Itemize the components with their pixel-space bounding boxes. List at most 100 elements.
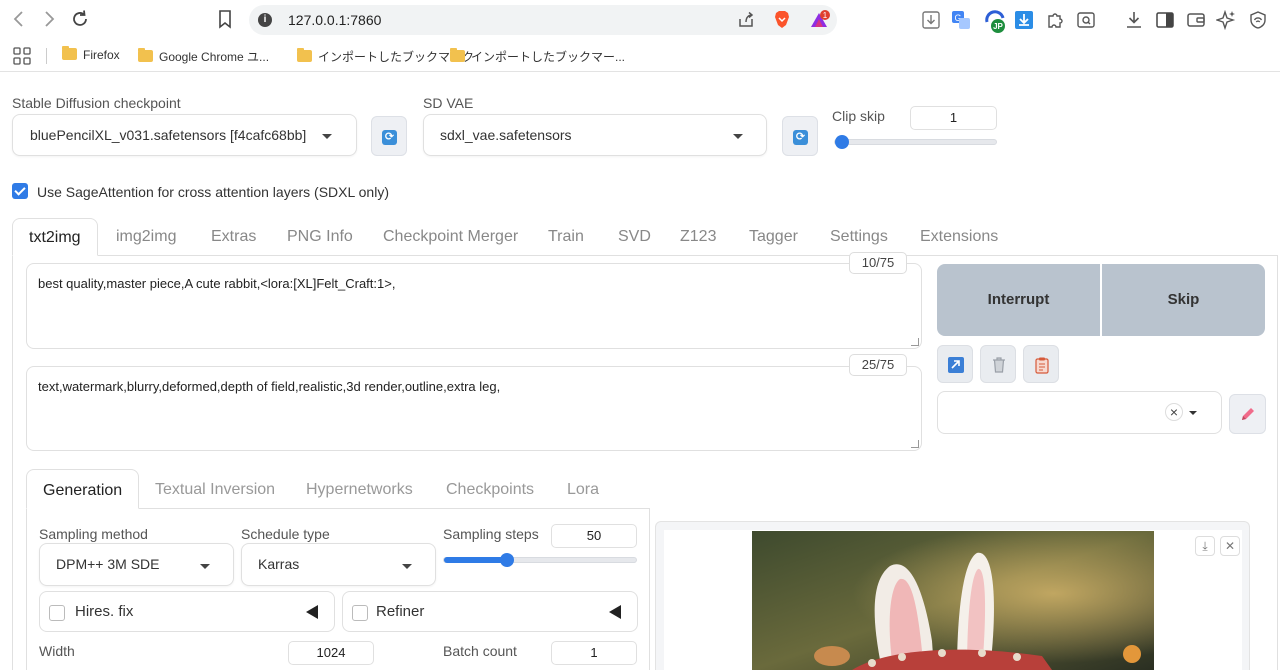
brave-rewards-icon[interactable]: 1: [809, 10, 831, 30]
refiner-checkbox[interactable]: [352, 605, 368, 621]
negative-prompt-textarea[interactable]: text,watermark,blurry,deformed,depth of …: [26, 366, 922, 451]
refiner-label: Refiner: [376, 603, 425, 620]
arrow-square-icon: [948, 357, 964, 373]
refresh-icon: ⟳: [382, 130, 397, 145]
sampling-steps-slider[interactable]: [443, 553, 637, 567]
tab-png-info[interactable]: PNG Info: [287, 218, 353, 256]
chevron-down-icon: [402, 564, 412, 569]
checkpoint-dropdown[interactable]: bluePencilXL_v031.safetensors [f4cafc68b…: [12, 114, 357, 156]
vae-dropdown[interactable]: sdxl_vae.safetensors: [423, 114, 767, 156]
edit-styles-button[interactable]: [1229, 394, 1266, 434]
subtab-generation[interactable]: Generation: [26, 469, 140, 509]
share-icon[interactable]: [737, 11, 755, 29]
forward-icon[interactable]: [38, 8, 60, 30]
back-icon[interactable]: [8, 8, 30, 30]
sage-attention-label: Use SageAttention for cross attention la…: [37, 184, 389, 200]
clip-skip-input[interactable]: 1: [910, 106, 997, 130]
schedule-type-dropdown[interactable]: Karras: [241, 543, 436, 586]
tab-search-icon[interactable]: [1076, 10, 1096, 30]
collapse-triangle-icon[interactable]: [609, 605, 621, 619]
pencil-icon: [1242, 408, 1254, 420]
rewards-badge-count: 1: [823, 11, 828, 20]
vpn-icon[interactable]: [1248, 10, 1268, 30]
bookmark-label: Google Chrome ユ...: [159, 50, 270, 64]
clear-styles-icon[interactable]: ×: [1165, 403, 1183, 421]
sage-attention-checkbox[interactable]: [12, 183, 28, 199]
subtab-hypernetworks[interactable]: Hypernetworks: [306, 469, 413, 509]
positive-prompt-textarea[interactable]: best quality,master piece,A cute rabbit,…: [26, 263, 922, 349]
tab-settings[interactable]: Settings: [830, 218, 888, 256]
batch-count-input[interactable]: 1: [551, 641, 637, 665]
width-input[interactable]: 1024: [288, 641, 374, 665]
downloads-icon[interactable]: [1124, 10, 1144, 30]
sampling-method-dropdown[interactable]: DPM++ 3M SDE: [39, 543, 234, 586]
bookmark-folder-chrome[interactable]: Google Chrome ユ...: [138, 48, 269, 66]
paste-style-button[interactable]: [1023, 345, 1059, 383]
wallet-icon[interactable]: [1186, 10, 1206, 30]
download-icon[interactable]: ⤓: [1195, 536, 1215, 556]
checkpoint-label: Stable Diffusion checkpoint: [12, 95, 181, 111]
clip-skip-slider[interactable]: [834, 135, 997, 149]
reload-icon[interactable]: [69, 8, 91, 30]
bookmark-page-icon[interactable]: [216, 9, 234, 29]
resize-grip-icon[interactable]: [911, 338, 919, 346]
site-info-icon[interactable]: i: [258, 13, 272, 27]
tab-checkpoint-merger[interactable]: Checkpoint Merger: [383, 218, 518, 256]
subtab-checkpoints[interactable]: Checkpoints: [446, 469, 534, 509]
url-text[interactable]: 127.0.0.1:7860: [288, 12, 381, 28]
tab-extras[interactable]: Extras: [211, 218, 256, 256]
tab-extensions[interactable]: Extensions: [920, 218, 998, 256]
styles-dropdown[interactable]: ×: [937, 391, 1222, 434]
subtab-lora[interactable]: Lora: [567, 469, 599, 509]
clipboard-icon: [1035, 357, 1049, 374]
tab-txt2img[interactable]: txt2img: [12, 218, 98, 256]
tab-train[interactable]: Train: [548, 218, 584, 256]
extensions-puzzle-icon[interactable]: [1045, 10, 1065, 30]
interrupt-button[interactable]: Interrupt: [937, 264, 1100, 336]
tab-tagger[interactable]: Tagger: [749, 218, 798, 256]
tab-svd[interactable]: SVD: [618, 218, 651, 256]
bookmark-folder-firefox[interactable]: Firefox: [62, 46, 120, 66]
collapse-triangle-icon[interactable]: [306, 605, 318, 619]
tab-img2img[interactable]: img2img: [116, 218, 176, 256]
width-label: Width: [39, 643, 75, 659]
refiner-accordion[interactable]: Refiner: [342, 591, 638, 632]
resize-grip-icon[interactable]: [911, 440, 919, 448]
batch-count-label: Batch count: [443, 643, 517, 659]
vae-refresh-button[interactable]: ⟳: [782, 116, 818, 156]
sampling-steps-input[interactable]: 50: [551, 524, 637, 548]
chevron-down-icon: [1189, 411, 1197, 415]
chevron-down-icon: [322, 134, 332, 139]
refresh-icon: ⟳: [793, 130, 808, 145]
read-params-button[interactable]: [937, 345, 973, 383]
hires-fix-label: Hires. fix: [75, 603, 134, 620]
bookmark-folder-imported-1[interactable]: インポートしたブックマーク: [297, 48, 474, 66]
clear-prompt-button[interactable]: [980, 345, 1016, 383]
checkpoint-refresh-button[interactable]: ⟳: [371, 116, 407, 156]
translate-icon[interactable]: G: [951, 10, 971, 30]
extension-download-icon[interactable]: [921, 10, 941, 30]
generated-image[interactable]: [752, 531, 1154, 670]
brave-shields-icon[interactable]: [773, 10, 791, 30]
slider-thumb[interactable]: [835, 135, 849, 149]
leo-ai-icon[interactable]: [1214, 9, 1236, 31]
hires-fix-checkbox[interactable]: [49, 605, 65, 621]
apps-grid-icon[interactable]: [13, 47, 31, 65]
chevron-down-icon: [733, 134, 743, 139]
trash-icon: [993, 357, 1005, 373]
bookmarks-bar: Firefox Google Chrome ユ... インポートしたブックマーク…: [0, 40, 1280, 72]
rabbit-image-illustration: [752, 531, 1154, 670]
tab-z123[interactable]: Z123: [680, 218, 716, 256]
subtab-textual-inversion[interactable]: Textual Inversion: [155, 469, 275, 509]
skip-button[interactable]: Skip: [1102, 264, 1265, 336]
close-icon[interactable]: ✕: [1220, 536, 1240, 556]
browser-toolbar: i 127.0.0.1:7860 1 G JP: [0, 0, 1280, 40]
bookmark-folder-imported-2[interactable]: インポートしたブックマー...: [450, 48, 625, 66]
download-manager-icon[interactable]: [1014, 10, 1034, 30]
hires-fix-accordion[interactable]: Hires. fix: [39, 591, 335, 632]
bookmark-label: Firefox: [83, 48, 120, 62]
address-bar[interactable]: i 127.0.0.1:7860 1: [249, 5, 837, 35]
jp-extension-icon[interactable]: JP: [984, 8, 1008, 33]
sidebar-toggle-icon[interactable]: [1155, 10, 1175, 30]
negative-token-counter: 25/75: [849, 354, 907, 376]
